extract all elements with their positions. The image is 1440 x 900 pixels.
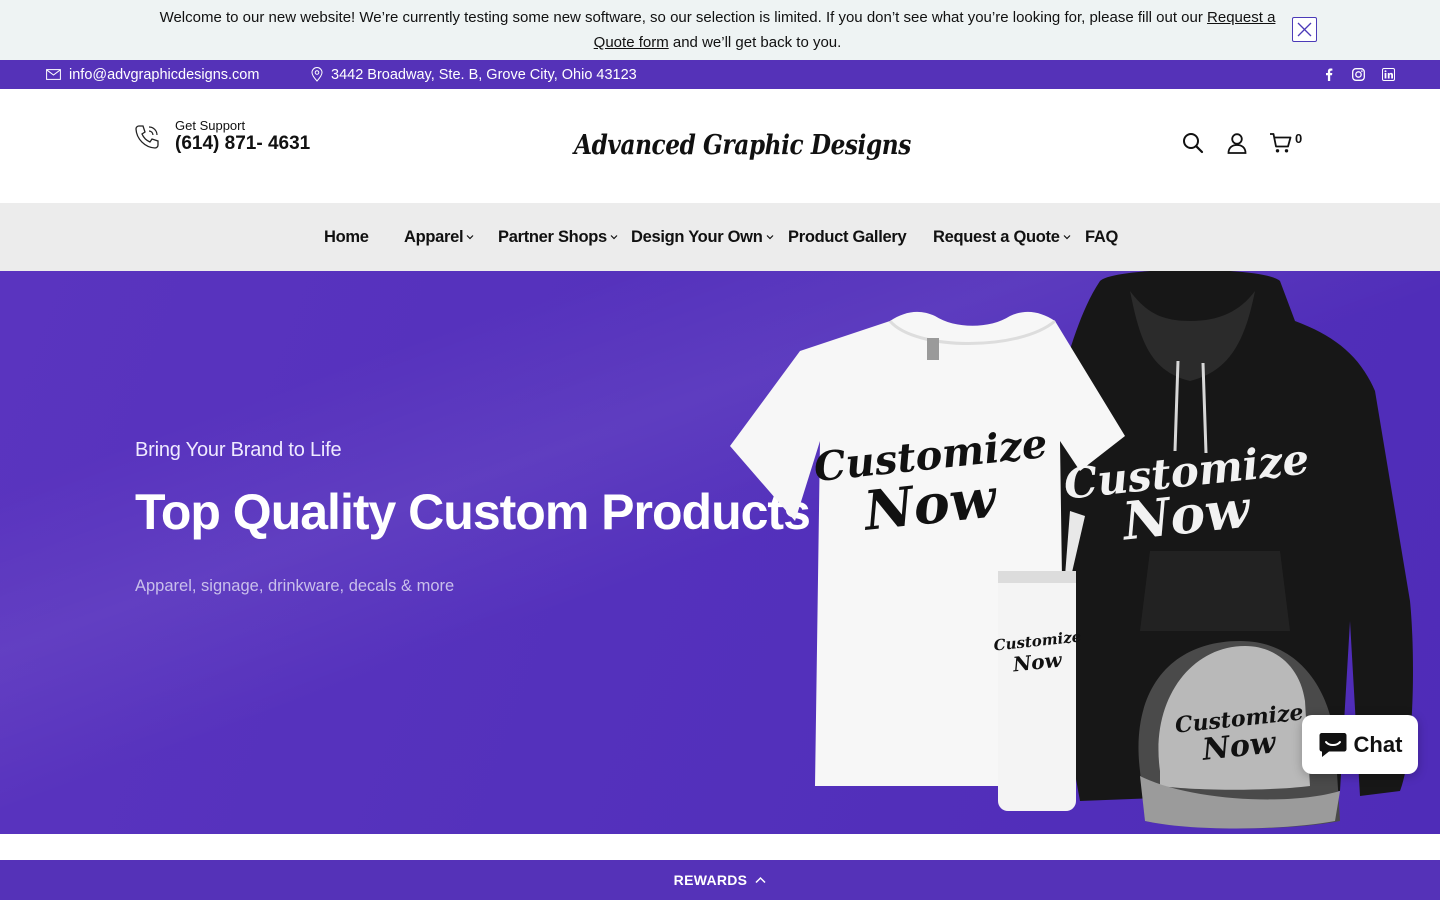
facebook-link[interactable] — [1320, 60, 1338, 89]
cart-icon — [1269, 133, 1291, 153]
support-phone-number[interactable]: (614) 871- 4631 — [175, 133, 310, 155]
nav-item-label: Home — [324, 227, 369, 246]
nav-item-label: FAQ — [1085, 227, 1119, 246]
chat-widget-button[interactable]: Chat — [1302, 715, 1418, 774]
instagram-link[interactable] — [1349, 60, 1367, 89]
user-icon — [1227, 133, 1247, 154]
chevron-up-icon — [755, 876, 766, 884]
top-info-bar: info@advgraphicdesigns.com 3442 Broadway… — [0, 60, 1440, 89]
mail-icon — [46, 69, 61, 80]
hero-subtitle: Apparel, signage, drinkware, decals & mo… — [135, 577, 455, 595]
main-navigation: Home Apparel Partner Shops Design Your O… — [0, 203, 1440, 271]
address-contact: 3442 Broadway, Ste. B, Grove City, Ohio … — [311, 60, 637, 89]
rewards-label: REWARDS — [673, 872, 748, 888]
rewards-bar[interactable]: REWARDS — [0, 860, 1440, 900]
chevron-down-icon — [1063, 235, 1071, 240]
nav-item-request-a-quote[interactable]: Request a Quote — [933, 203, 1071, 271]
address-text: 3442 Broadway, Ste. B, Grove City, Ohio … — [331, 66, 637, 83]
chevron-down-icon — [766, 235, 773, 240]
announcement-text-before: Welcome to our new website! We’re curren… — [159, 9, 1208, 26]
nav-item-product-gallery[interactable]: Product Gallery — [788, 203, 907, 271]
linkedin-link[interactable] — [1379, 60, 1397, 89]
nav-item-design-your-own[interactable]: Design Your Own — [631, 203, 774, 271]
email-contact[interactable]: info@advgraphicdesigns.com — [46, 60, 259, 89]
nav-item-faq[interactable]: FAQ — [1085, 203, 1118, 271]
nav-item-label: Design Your Own — [631, 227, 763, 246]
hero-banner[interactable]: Bring Your Brand to Life Top Quality Cus… — [0, 271, 1440, 834]
site-header: Get Support (614) 871- 4631 Advanced Gra… — [0, 89, 1440, 203]
phone-icon — [135, 125, 159, 149]
nav-item-apparel[interactable]: Apparel — [404, 203, 474, 271]
search-button[interactable] — [1181, 131, 1205, 155]
support-phone-block[interactable]: Get Support (614) 871- 4631 — [133, 119, 310, 155]
nav-item-home[interactable]: Home — [324, 203, 369, 271]
hero-eyebrow: Bring Your Brand to Life — [135, 439, 342, 461]
logo-text: Advanced Graphic Designs — [574, 129, 911, 161]
nav-item-label: Request a Quote — [933, 227, 1060, 246]
chat-label: Chat — [1353, 731, 1403, 757]
search-icon — [1183, 133, 1204, 154]
linkedin-icon — [1381, 68, 1395, 81]
announcement-bar: Welcome to our new website! We’re curren… — [0, 0, 1440, 60]
nav-item-label: Product Gallery — [788, 227, 907, 246]
nav-item-label: Partner Shops — [498, 227, 607, 246]
cart-button[interactable] — [1268, 131, 1292, 155]
email-text: info@advgraphicdesigns.com — [69, 66, 260, 83]
close-icon — [1297, 22, 1312, 37]
close-announcement-button[interactable] — [1292, 17, 1317, 42]
chat-button-content: Chat — [1302, 715, 1418, 774]
chevron-down-icon — [466, 235, 474, 240]
nav-item-label: Apparel — [404, 227, 464, 246]
hero-title: Top Quality Custom Products — [135, 484, 811, 540]
facebook-icon — [1326, 68, 1333, 81]
announcement-text-after: and we’ll get back to you. — [668, 34, 842, 51]
chevron-down-icon — [610, 235, 618, 240]
chat-bubble-icon — [1319, 732, 1347, 757]
cart-count-badge: 0 — [1295, 131, 1303, 146]
nav-item-partner-shops[interactable]: Partner Shops — [498, 203, 618, 271]
announcement-text: Welcome to our new website! We’re curren… — [150, 5, 1285, 55]
map-pin-icon — [311, 67, 323, 82]
account-button[interactable] — [1225, 131, 1249, 155]
instagram-icon — [1351, 68, 1365, 81]
support-label: Get Support — [175, 118, 246, 133]
site-logo[interactable]: Advanced Graphic Designs — [568, 121, 911, 169]
